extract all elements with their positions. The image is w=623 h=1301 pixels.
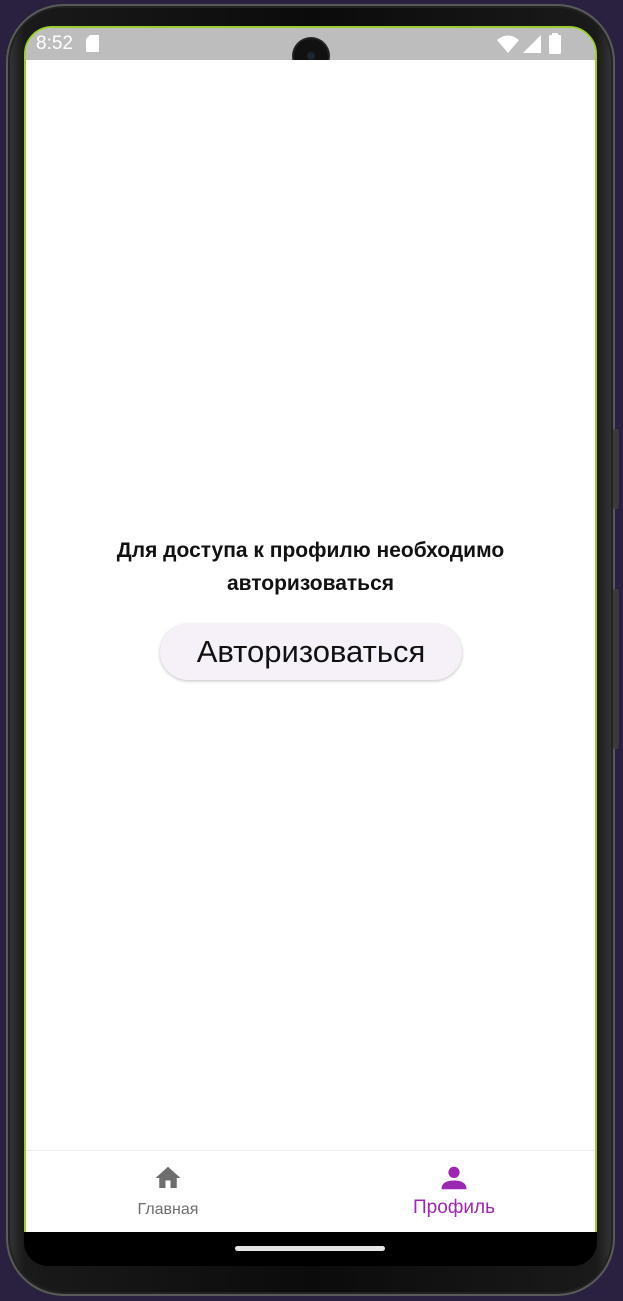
battery-icon bbox=[549, 33, 561, 54]
nav-item-label: Главная bbox=[137, 1201, 199, 1218]
nav-item-profile[interactable]: Профиль bbox=[384, 1163, 524, 1225]
wifi-icon bbox=[497, 35, 519, 53]
gesture-bar bbox=[24, 1232, 597, 1266]
authorize-button[interactable]: Авторизоваться bbox=[160, 624, 462, 680]
volume-button bbox=[613, 429, 619, 509]
signal-icon bbox=[523, 35, 541, 53]
power-button bbox=[613, 589, 619, 749]
home-icon bbox=[155, 1166, 181, 1188]
profile-content: Для доступа к профилю необходимо авториз… bbox=[26, 60, 595, 1150]
status-time: 8:52 bbox=[36, 33, 73, 54]
auth-required-message: Для доступа к профилю необходимо авториз… bbox=[116, 539, 505, 595]
sd-card-icon bbox=[86, 35, 99, 52]
home-indicator[interactable] bbox=[235, 1246, 385, 1251]
screen: 8:52 Для доступа к профилю необходимо ав… bbox=[24, 26, 597, 1234]
nav-item-label: Профиль bbox=[412, 1197, 496, 1218]
nav-item-home[interactable]: Главная bbox=[98, 1163, 238, 1225]
bottom-navigation: Главная Профиль bbox=[26, 1150, 595, 1232]
person-icon bbox=[441, 1166, 467, 1190]
